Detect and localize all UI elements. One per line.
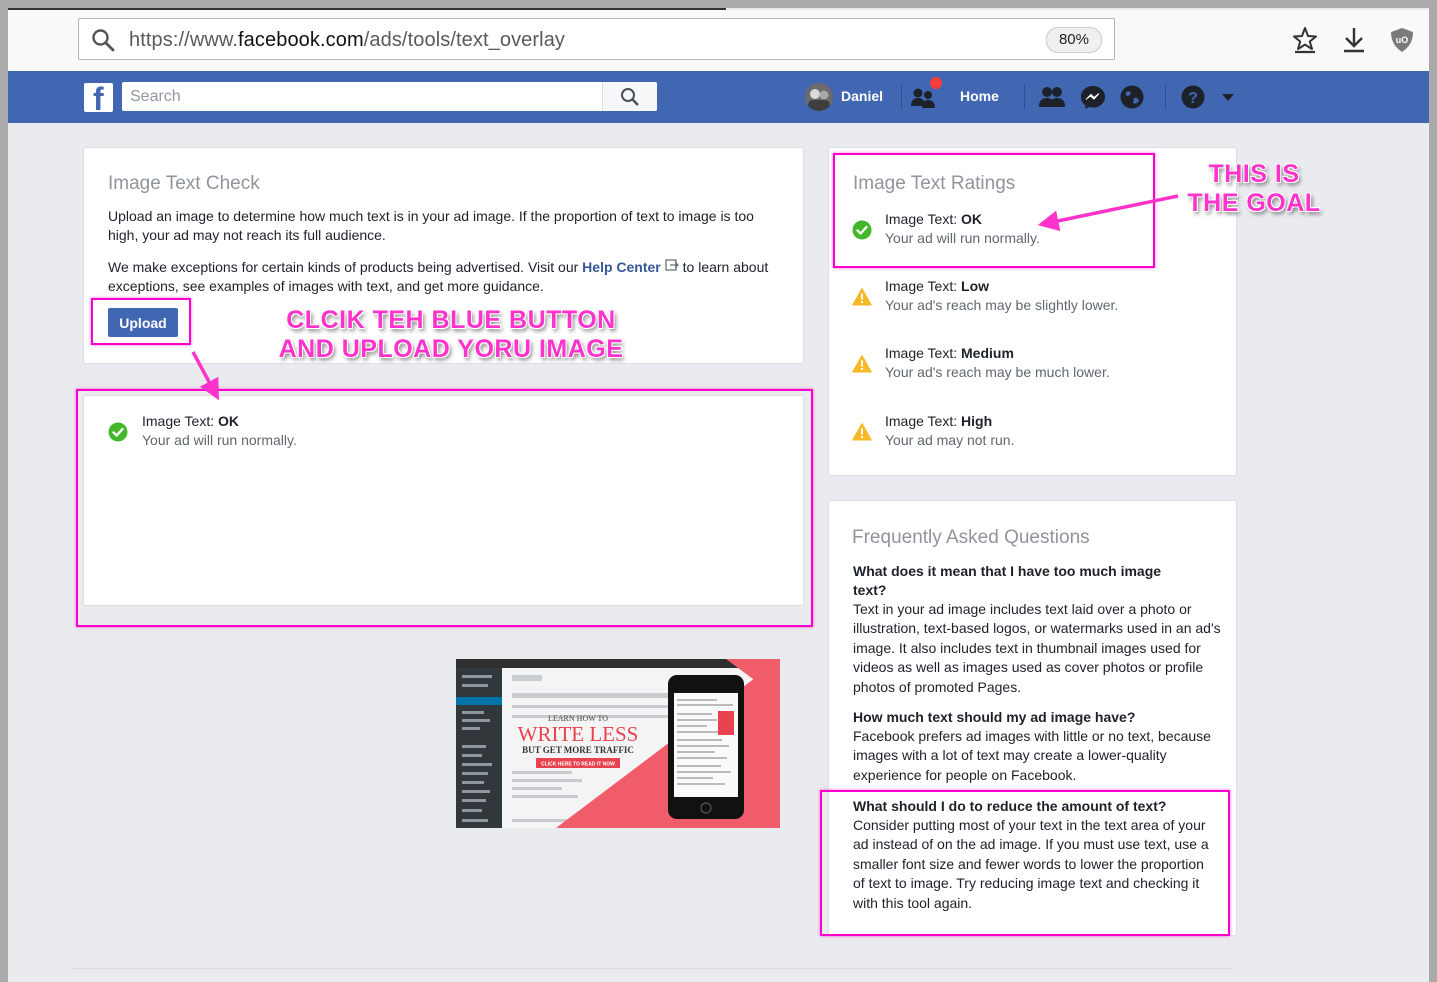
arrow-to-result <box>191 351 219 401</box>
arrow-to-goal <box>1037 194 1179 232</box>
goal-annotation-line: THE GOAL <box>1187 189 1321 217</box>
click-annotation-line: CLCIK TEH BLUE BUTTON <box>286 306 616 334</box>
annotation-arrows <box>191 194 1179 401</box>
goal-annotation: THIS IS THE GOAL <box>1174 160 1334 218</box>
click-upload-annotation: CLCIK TEH BLUE BUTTON AND UPLOAD YORU IM… <box>270 306 632 364</box>
click-annotation-line: AND UPLOAD YORU IMAGE <box>278 335 624 363</box>
goal-annotation-line: THIS IS <box>1208 160 1300 188</box>
